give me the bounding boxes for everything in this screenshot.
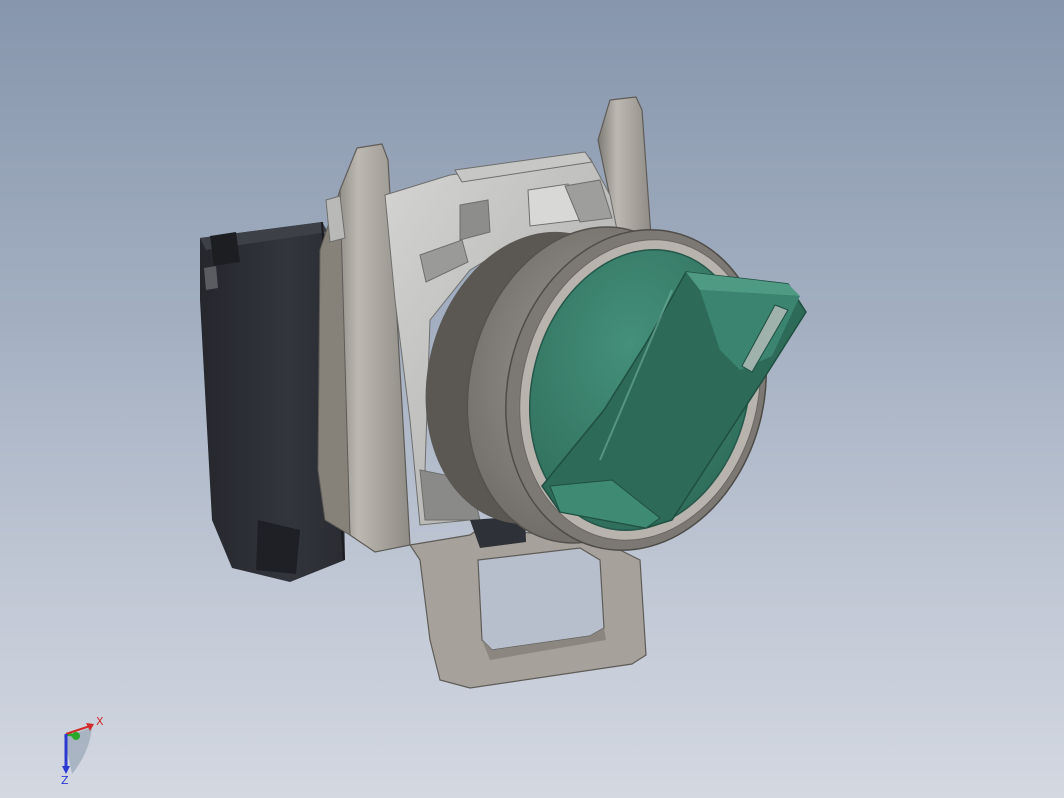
triad-origin-icon bbox=[72, 732, 80, 740]
graphics-viewport[interactable]: X Z bbox=[0, 0, 1064, 798]
x-axis-label: X bbox=[96, 715, 104, 728]
z-axis-label: Z bbox=[61, 774, 69, 787]
3d-model-view[interactable] bbox=[0, 0, 1064, 798]
z-axis-arrow-icon bbox=[62, 766, 70, 774]
orientation-triad[interactable]: X Z bbox=[50, 712, 120, 788]
